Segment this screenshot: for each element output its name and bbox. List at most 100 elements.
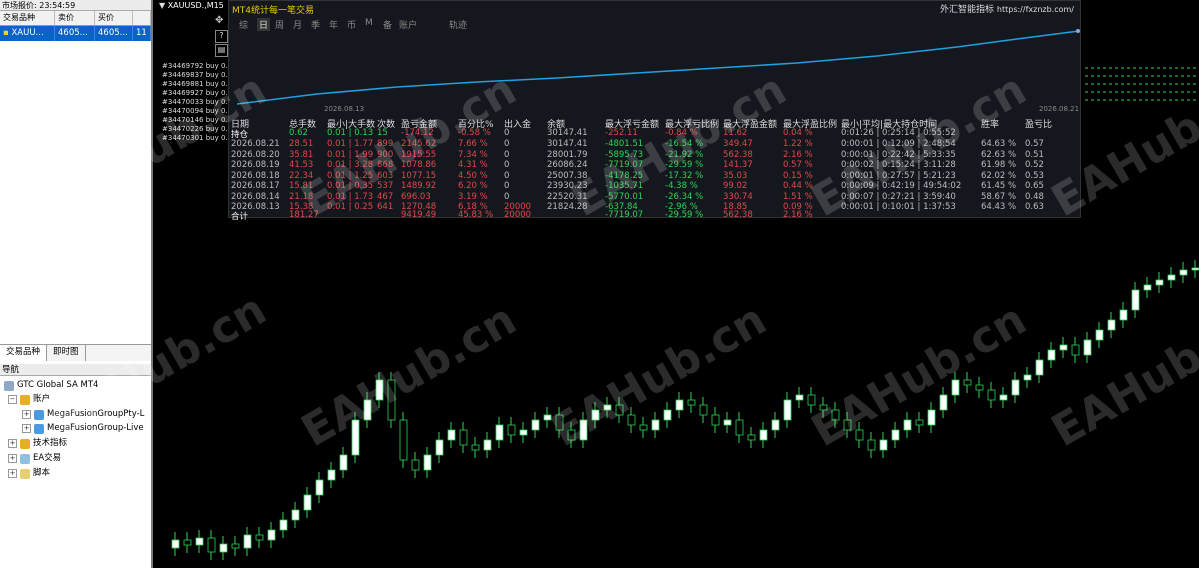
tab-symbols[interactable]: 交易品种: [0, 345, 48, 361]
candle-body: [543, 414, 552, 421]
candle-body: [411, 459, 420, 471]
cell-io: 0: [504, 170, 510, 181]
candle-body: [495, 424, 504, 441]
cell-rr: 0.57: [1025, 139, 1044, 149]
cell-pct: -0.58 %: [458, 128, 491, 138]
nav-accounts[interactable]: − 账户: [8, 393, 50, 406]
candle-body: [1083, 339, 1092, 356]
bid-cell: 4605...: [55, 26, 95, 41]
candle-body: [759, 429, 768, 441]
cell-pct: 7.34 %: [458, 149, 488, 160]
cell-minmax: 0.01 | 1.73: [327, 191, 374, 202]
candle-body: [363, 399, 372, 421]
candle-body: [711, 414, 720, 426]
accounts-icon: [20, 394, 30, 405]
cell-mfl: -1035.71: [605, 181, 644, 191]
cell-io: 20000: [504, 210, 532, 220]
cell-time: 0:00:02 | 0:15:24 | 3:11:28: [841, 160, 956, 170]
tab-timeframe[interactable]: M: [365, 18, 373, 28]
cell-io: 0: [504, 128, 510, 138]
cell-pct: 7.66 %: [458, 139, 488, 149]
left-tabs: 交易品种 即时图: [0, 344, 151, 361]
cell-pct: 4.50 %: [458, 170, 488, 181]
nav-indicators-label: 技术指标: [33, 438, 68, 448]
candle-body: [447, 429, 456, 441]
cell-time: 0:00:01 | 0:10:01 | 1:37:53: [841, 202, 956, 212]
cell-mflp: -29.59 %: [665, 210, 704, 220]
link-cn: 外汇智能指标: [940, 5, 995, 15]
cell-balance: 25007.38: [547, 170, 588, 181]
candle-body: [663, 409, 672, 421]
cell-balance: 21824.28: [547, 202, 588, 212]
nav-ea[interactable]: + EA交易: [8, 452, 61, 465]
candle-body: [303, 494, 312, 511]
cell-rr: 0.51: [1025, 149, 1044, 160]
cell-date: 2026.08.18: [231, 170, 280, 181]
candle-body: [1035, 359, 1044, 376]
col-spread[interactable]: [133, 11, 151, 25]
cell-mflp: -0.84 %: [665, 128, 698, 138]
cell-pl: 9419.49: [401, 210, 437, 220]
cell-time: 0:01:26 | 0:25:14 | 0:55:52: [841, 128, 956, 138]
cell-mflp: -16.54 %: [665, 139, 704, 149]
cell-date: 2026.08.21: [231, 139, 280, 149]
candle-body: [879, 439, 888, 451]
candle-body: [399, 419, 408, 461]
candle-body: [291, 509, 300, 521]
axis-date-end: 2026.08.21: [1039, 105, 1080, 113]
candle-body: [603, 404, 612, 411]
cell-mfl: -4801.51: [605, 139, 644, 149]
candle-body: [675, 399, 684, 411]
col-symbol[interactable]: 交易品种: [0, 11, 55, 25]
cell-lots: 41.53: [289, 160, 314, 170]
candle-body: [699, 404, 708, 416]
candle-body: [519, 429, 528, 436]
expand-icon[interactable]: +: [8, 469, 17, 478]
cell-lots: 28.51: [289, 139, 314, 149]
candle-body: [1071, 344, 1080, 356]
ask-cell: 4605...: [95, 26, 133, 41]
candle-body: [1095, 329, 1104, 341]
nav-scripts[interactable]: + 脚本: [8, 467, 50, 480]
cell-lots: 22.34: [289, 170, 314, 181]
candle-body: [183, 539, 192, 546]
cell-pl: 1078.86: [401, 160, 437, 170]
cell-mfpp: 0.44 %: [783, 181, 813, 191]
candle-body: [1167, 274, 1176, 281]
expand-icon[interactable]: +: [8, 439, 17, 448]
candle-body: [423, 454, 432, 471]
col-ask[interactable]: 买价: [95, 11, 133, 25]
collapse-icon[interactable]: −: [8, 395, 17, 404]
candle-body: [483, 439, 492, 451]
cell-pct: 3.19 %: [458, 191, 488, 202]
cell-mflp: -21.92 %: [665, 149, 704, 160]
tab-tick-chart[interactable]: 即时图: [47, 345, 86, 361]
expand-icon[interactable]: +: [8, 454, 17, 463]
nav-root[interactable]: GTC Global SA MT4: [4, 379, 98, 392]
nav-account-1[interactable]: + MegaFusionGroupPty-L: [22, 408, 144, 421]
cell-balance: 26086.24: [547, 160, 588, 170]
candle-body: [567, 429, 576, 441]
candle-body: [951, 379, 960, 396]
candle-body: [279, 519, 288, 531]
col-bid[interactable]: 卖价: [55, 11, 95, 25]
panel-title: MT4统计每一笔交易: [232, 6, 314, 16]
cell-mfp: 99.02: [723, 181, 748, 191]
candle-body: [783, 399, 792, 421]
expand-icon[interactable]: +: [22, 424, 31, 433]
candle-body: [1119, 309, 1128, 321]
panel-link[interactable]: 外汇智能指标 https://fxznzb.com/: [940, 2, 1074, 15]
expand-icon[interactable]: +: [22, 410, 31, 419]
nav-account-2[interactable]: + MegaFusionGroup-Live: [22, 422, 144, 435]
cell-mfp: 349.47: [723, 139, 753, 149]
cell-count: 868: [377, 160, 394, 170]
nav-indicators[interactable]: + 技术指标: [8, 437, 67, 450]
market-watch-row[interactable]: ▪ XAUU... 4605... 4605... 11: [0, 26, 151, 41]
cell-pl: 1915.55: [401, 149, 437, 160]
cell-minmax: 0.01 | 1.99: [327, 149, 374, 160]
candle-body: [963, 379, 972, 386]
candle-body: [819, 404, 828, 411]
cell-winrate: 62.02 %: [981, 170, 1017, 181]
candle-body: [795, 394, 804, 401]
candle-body: [927, 409, 936, 426]
